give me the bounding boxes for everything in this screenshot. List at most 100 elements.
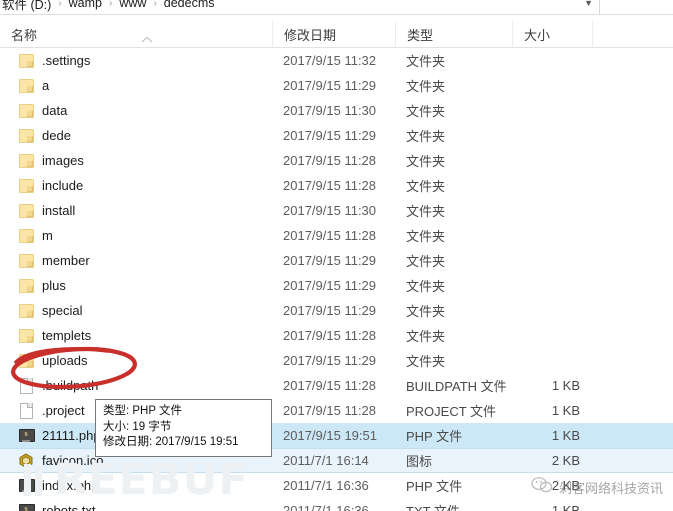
file-date-cell: 2017/9/15 11:29 bbox=[283, 78, 377, 93]
file-size-cell: 1 KB bbox=[551, 428, 580, 443]
folder-icon bbox=[18, 128, 34, 143]
file-row[interactable]: dede 2017/9/15 11:29 文件夹 bbox=[0, 123, 673, 148]
breadcrumb-separator-icon: › bbox=[153, 0, 157, 9]
file-name-cell[interactable]: .settings bbox=[0, 48, 272, 73]
file-row[interactable]: special 2017/9/15 11:29 文件夹 bbox=[0, 298, 673, 323]
file-type-cell: 文件夹 bbox=[406, 279, 446, 294]
file-row[interactable]: templets 2017/9/15 11:28 文件夹 bbox=[0, 323, 673, 348]
file-name-label: include bbox=[42, 178, 84, 193]
breadcrumb[interactable]: 软件 (D:) › wamp › www › dedecms bbox=[0, 0, 584, 13]
file-type-cell: 文件夹 bbox=[406, 179, 446, 194]
file-name-cell[interactable]: m bbox=[0, 223, 272, 248]
file-date-cell: 2017/9/15 11:29 bbox=[283, 128, 377, 143]
file-name-cell[interactable]: images bbox=[0, 148, 272, 173]
document-icon bbox=[18, 403, 34, 419]
file-size-cell bbox=[512, 98, 592, 123]
column-header-row: 名称 修改日期 类型 大小 bbox=[0, 21, 673, 48]
file-type-cell: 文件夹 bbox=[406, 129, 446, 144]
file-type-cell: 文件夹 bbox=[406, 354, 446, 369]
file-date-cell: 2017/9/15 11:28 bbox=[283, 178, 377, 193]
file-row[interactable]: member 2017/9/15 11:29 文件夹 bbox=[0, 248, 673, 273]
file-date-cell: 2011/7/1 16:36 bbox=[283, 478, 369, 493]
file-name-label: 21111.php bbox=[42, 428, 101, 443]
folder-icon bbox=[18, 278, 34, 293]
file-name-cell[interactable]: a bbox=[0, 73, 272, 98]
file-name-label: a bbox=[42, 78, 50, 93]
file-size-cell bbox=[512, 73, 592, 98]
file-name-cell[interactable]: dede bbox=[0, 123, 272, 148]
file-name-cell[interactable]: install bbox=[0, 198, 272, 223]
file-date-cell: 2017/9/15 11:29 bbox=[283, 253, 377, 268]
folder-icon bbox=[18, 203, 34, 218]
file-size-cell bbox=[512, 198, 592, 223]
file-size-cell bbox=[512, 123, 592, 148]
file-name-cell[interactable]: data bbox=[0, 98, 272, 123]
file-name-cell[interactable]: plus bbox=[0, 273, 272, 298]
file-row[interactable]: data 2017/9/15 11:30 文件夹 bbox=[0, 98, 673, 123]
file-row[interactable]: a 2017/9/15 11:29 文件夹 bbox=[0, 73, 673, 98]
folder-icon bbox=[18, 153, 34, 168]
file-size-cell bbox=[512, 348, 592, 373]
breadcrumb-segment-drive[interactable]: 软件 (D:) bbox=[2, 0, 51, 13]
address-bar[interactable]: 软件 (D:) › wamp › www › dedecms ▼ bbox=[0, 0, 673, 14]
file-date-cell: 2017/9/15 11:28 bbox=[283, 403, 377, 418]
folder-icon bbox=[18, 303, 34, 318]
file-size-cell bbox=[512, 173, 592, 198]
file-size-cell bbox=[512, 223, 592, 248]
tooltip-type-line: 类型: PHP 文件 bbox=[103, 405, 183, 417]
tooltip-size-line: 大小: 19 字节 bbox=[103, 420, 172, 433]
file-size-cell bbox=[512, 148, 592, 173]
file-size-cell: 1 KB bbox=[551, 503, 580, 511]
file-date-cell: 2017/9/15 11:28 bbox=[283, 378, 377, 393]
file-row[interactable]: .buildpath 2017/9/15 11:28 BUILDPATH 文件 1 K… bbox=[0, 373, 673, 398]
file-row[interactable]: install 2017/9/15 11:30 文件夹 bbox=[0, 198, 673, 223]
file-name-cell[interactable]: templets bbox=[0, 323, 272, 348]
file-row[interactable]: m 2017/9/15 11:28 文件夹 bbox=[0, 223, 673, 248]
file-date-cell: 2017/9/15 11:28 bbox=[283, 153, 377, 168]
file-name-cell[interactable]: .buildpath bbox=[0, 373, 272, 398]
php-file-icon: s bbox=[18, 428, 35, 443]
file-date-cell: 2017/9/15 11:29 bbox=[283, 353, 377, 368]
folder-icon bbox=[18, 253, 34, 268]
file-date-cell: 2017/9/15 11:28 bbox=[283, 228, 377, 243]
file-date-cell: 2017/9/15 11:28 bbox=[283, 328, 377, 343]
breadcrumb-segment-dedecms[interactable]: dedecms bbox=[164, 0, 215, 10]
file-type-cell: 图标 bbox=[406, 454, 433, 469]
file-row[interactable]: .settings 2017/9/15 11:32 文件夹 bbox=[0, 48, 673, 73]
file-name-cell[interactable]: special bbox=[0, 298, 272, 323]
file-name-label: templets bbox=[42, 328, 92, 343]
chevron-down-icon[interactable]: ▼ bbox=[584, 0, 593, 8]
file-size-cell: 2 KB bbox=[551, 453, 580, 468]
breadcrumb-separator-icon: › bbox=[109, 0, 113, 9]
file-date-cell: 2017/9/15 11:29 bbox=[283, 278, 377, 293]
folder-icon bbox=[18, 178, 34, 193]
file-date-cell: 2011/7/1 16:14 bbox=[283, 453, 369, 468]
column-header-type[interactable]: 类型 bbox=[395, 21, 512, 48]
file-type-cell: TXT 文件 bbox=[395, 498, 512, 511]
file-type-cell: 文件夹 bbox=[406, 254, 446, 269]
file-date-cell: 2017/9/15 19:51 bbox=[283, 428, 377, 443]
file-name-label: plus bbox=[42, 278, 66, 293]
file-name-cell[interactable]: uploads bbox=[0, 348, 272, 373]
file-type-cell: 文件夹 bbox=[406, 229, 446, 244]
file-date-cell: 2017/9/15 11:30 bbox=[283, 103, 377, 118]
column-header-empty[interactable] bbox=[592, 21, 673, 48]
breadcrumb-segment-wamp[interactable]: wamp bbox=[69, 0, 102, 10]
column-header-date-modified[interactable]: 修改日期 bbox=[272, 21, 395, 48]
file-row[interactable]: images 2017/9/15 11:28 文件夹 bbox=[0, 148, 673, 173]
file-row[interactable]: uploads 2017/9/15 11:29 文件夹 bbox=[0, 348, 673, 373]
file-row[interactable]: plus 2017/9/15 11:29 文件夹 bbox=[0, 273, 673, 298]
breadcrumb-segment-www[interactable]: www bbox=[119, 0, 146, 10]
freebuf-logo-icon bbox=[24, 464, 50, 496]
column-header-size[interactable]: 大小 bbox=[512, 21, 592, 48]
file-type-cell: PROJECT 文件 bbox=[406, 404, 497, 419]
file-name-cell[interactable]: member bbox=[0, 248, 272, 273]
file-date-cell: 2017/9/15 11:32 bbox=[283, 53, 377, 68]
file-row[interactable]: include 2017/9/15 11:28 文件夹 bbox=[0, 173, 673, 198]
file-type-cell: 文件夹 bbox=[406, 104, 446, 119]
file-name-cell[interactable]: include bbox=[0, 173, 272, 198]
sort-ascending-icon bbox=[141, 36, 153, 43]
search-input[interactable] bbox=[599, 0, 673, 14]
column-header-name[interactable]: 名称 bbox=[0, 21, 272, 48]
file-name-label: member bbox=[42, 253, 90, 268]
